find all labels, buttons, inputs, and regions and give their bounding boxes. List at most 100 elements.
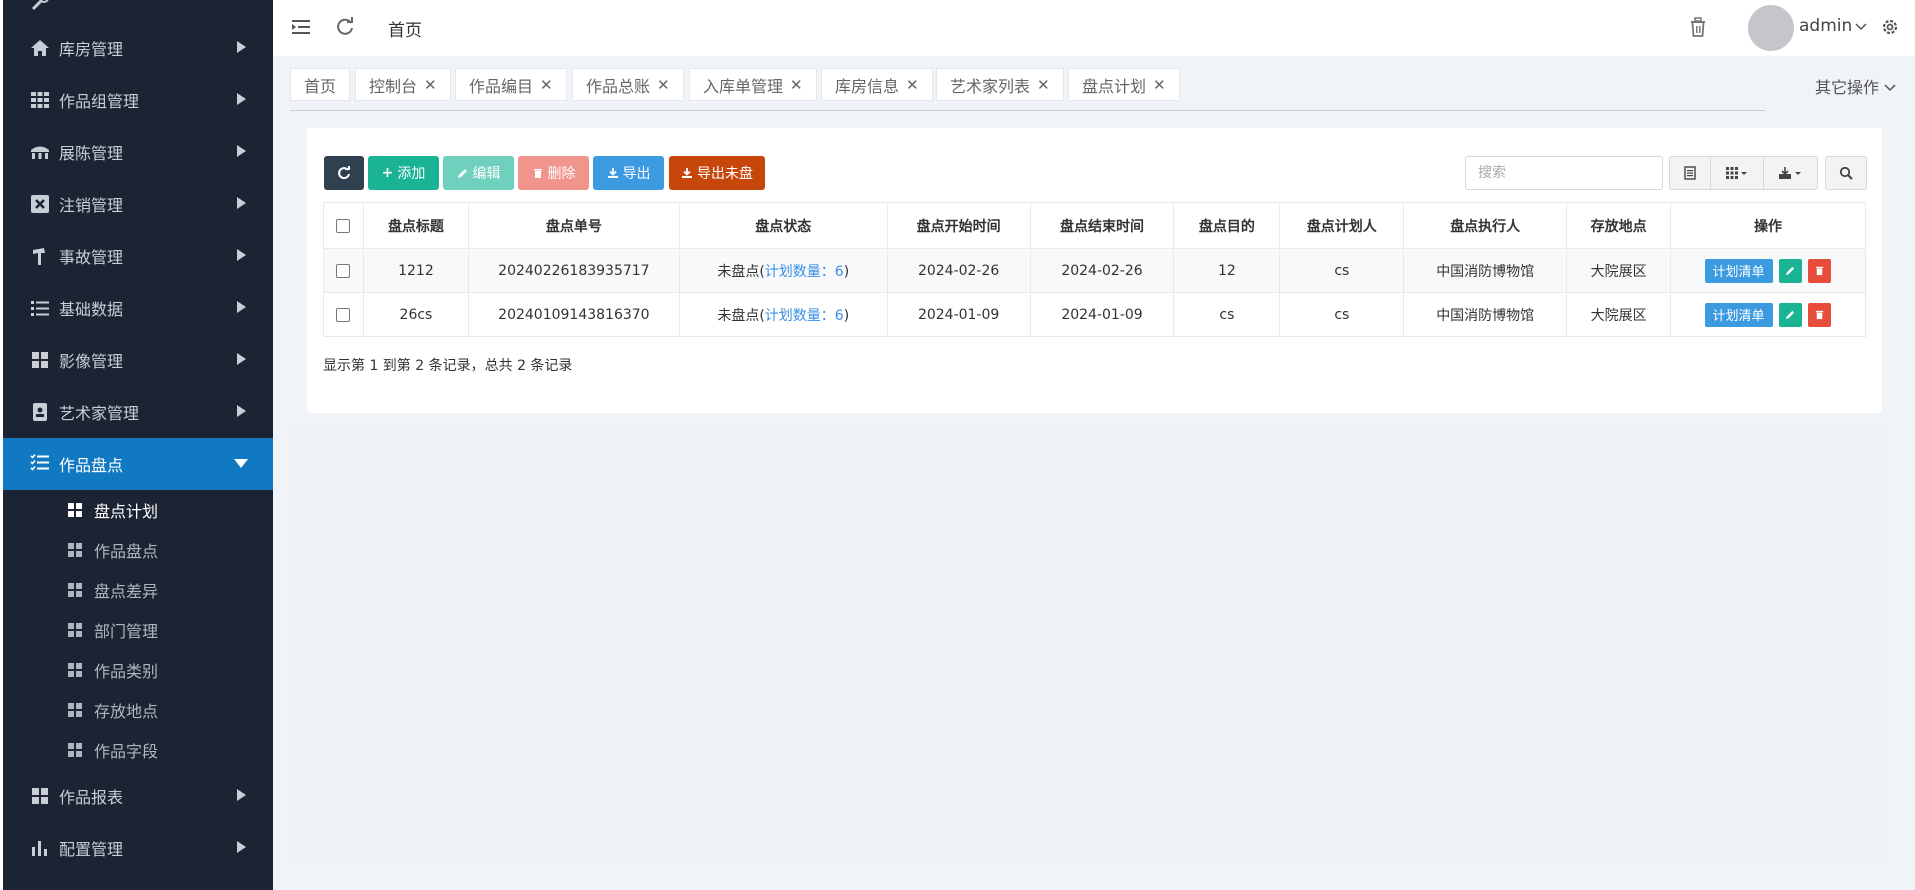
sidebar-item-warehouse[interactable]: 库房管理	[3, 24, 273, 72]
refresh-button[interactable]	[324, 156, 364, 190]
search-button[interactable]	[1825, 156, 1867, 190]
tab-warehouse-info[interactable]: 库房信息 ✕	[821, 68, 933, 101]
row-delete-button[interactable]	[1808, 302, 1832, 327]
inventory-plan-table: 盘点标题 盘点单号 盘点状态 盘点开始时间 盘点结束时间 盘点目的 盘点计划人 …	[323, 202, 1866, 337]
plan-list-button[interactable]: 计划清单	[1704, 302, 1773, 327]
sidebar-item-label: 基础数据	[59, 300, 124, 319]
cell-start: 2024-01-09	[886, 292, 1031, 337]
tab-dashboard[interactable]: 控制台 ✕	[355, 68, 451, 101]
close-icon[interactable]: ✕	[1153, 76, 1166, 94]
edit-button[interactable]: 编辑	[443, 156, 514, 190]
close-icon[interactable]: ✕	[1037, 76, 1050, 94]
sidebar-item-artwork-group[interactable]: 作品组管理	[3, 76, 273, 124]
sidebar-item-partial[interactable]	[3, 0, 273, 26]
tab-label: 盘点计划	[1082, 76, 1147, 96]
export-options-button[interactable]	[1763, 156, 1818, 190]
grid-icon	[68, 743, 82, 757]
sidebar-item-accident[interactable]: 事故管理	[3, 232, 273, 280]
close-icon[interactable]: ✕	[540, 76, 553, 94]
close-icon[interactable]: ✕	[657, 76, 670, 94]
column-header[interactable]: 盘点结束时间	[1029, 202, 1175, 249]
sidebar-item-image[interactable]: 影像管理	[3, 336, 273, 384]
row-edit-button[interactable]	[1779, 258, 1803, 283]
row-checkbox[interactable]	[336, 263, 351, 278]
export-button[interactable]: 导出	[593, 156, 664, 190]
close-icon[interactable]: ✕	[790, 76, 803, 94]
column-header[interactable]: 盘点目的	[1173, 202, 1281, 249]
chevron-down-icon	[234, 459, 248, 468]
column-header[interactable]: 盘点标题	[362, 202, 469, 249]
refresh-icon[interactable]	[334, 16, 356, 38]
plan-count-link[interactable]: 计划数量：6	[765, 264, 844, 280]
trash-icon[interactable]	[1687, 16, 1709, 38]
table-row[interactable]: 1212 20240226183935717 未盘点(计划数量：6) 2024-…	[323, 248, 1866, 293]
sidebar-subitem-location[interactable]: 存放地点	[3, 690, 273, 730]
column-header[interactable]: 盘点开始时间	[886, 202, 1031, 249]
columns-button[interactable]	[1710, 156, 1764, 190]
menu-toggle-icon[interactable]	[290, 16, 312, 38]
sidebar-subitem-department[interactable]: 部门管理	[3, 610, 273, 650]
close-icon[interactable]: ✕	[424, 76, 437, 94]
row-edit-button[interactable]	[1779, 302, 1803, 327]
delete-button[interactable]: 删除	[518, 156, 589, 190]
sidebar-subitem-difference[interactable]: 盘点差异	[3, 570, 273, 610]
sidebar-item-config[interactable]: 配置管理	[3, 824, 273, 872]
chart-icon	[32, 841, 47, 856]
row-select-cell	[323, 248, 364, 293]
tab-inventory-plan[interactable]: 盘点计划 ✕	[1068, 68, 1180, 101]
chevron-right-icon	[237, 41, 246, 53]
breadcrumb[interactable]: 首页	[388, 16, 422, 41]
tab-ledger[interactable]: 作品总账 ✕	[572, 68, 684, 101]
add-button[interactable]: + 添加	[368, 156, 439, 190]
search-input[interactable]	[1465, 156, 1663, 190]
user-name[interactable]: admin	[1799, 16, 1852, 36]
plan-count-link[interactable]: 计划数量：6	[765, 308, 844, 324]
sidebar-subitem-plan[interactable]: 盘点计划	[3, 490, 273, 530]
tab-artist-list[interactable]: 艺术家列表 ✕	[936, 68, 1064, 101]
id-card-icon	[33, 403, 47, 421]
close-icon[interactable]: ✕	[906, 76, 919, 94]
column-header[interactable]: 盘点执行人	[1403, 202, 1568, 249]
sidebar-item-report[interactable]: 作品报表	[3, 772, 273, 820]
toggle-view-button[interactable]	[1669, 156, 1711, 190]
chevron-down-icon[interactable]	[1855, 20, 1867, 32]
sidebar-item-label: 事故管理	[59, 248, 124, 267]
sidebar-item-cancellation[interactable]: 注销管理	[3, 180, 273, 228]
sidebar-item-label: 影像管理	[59, 352, 124, 371]
avatar[interactable]	[1748, 5, 1794, 51]
sidebar-item-basic-data[interactable]: 基础数据	[3, 284, 273, 332]
export-icon	[1778, 167, 1801, 179]
delete-label: 删除	[547, 166, 576, 182]
sidebar-item-inventory[interactable]: 作品盘点	[3, 438, 273, 490]
sidebar-subitem-artwork-inventory[interactable]: 作品盘点	[3, 530, 273, 570]
tab-home[interactable]: 首页	[290, 68, 351, 101]
refresh-icon	[338, 166, 350, 180]
table-row[interactable]: 26cs 20240109143816370 未盘点(计划数量：6) 2024-…	[323, 292, 1866, 337]
row-checkbox[interactable]	[336, 307, 351, 322]
chevron-right-icon	[237, 145, 246, 157]
gear-icon[interactable]	[1879, 16, 1901, 38]
column-header[interactable]: 盘点计划人	[1279, 202, 1405, 249]
sidebar-item-artist[interactable]: 艺术家管理	[3, 388, 273, 436]
cell-location: 大院展区	[1566, 292, 1672, 337]
column-header[interactable]: 存放地点	[1566, 202, 1672, 249]
row-delete-button[interactable]	[1808, 258, 1832, 283]
select-all-checkbox[interactable]	[336, 218, 351, 233]
sidebar-subitem-category[interactable]: 作品类别	[3, 650, 273, 690]
status-text: 未盘点	[717, 307, 760, 324]
column-header[interactable]: 盘点单号	[467, 202, 680, 249]
tab-storage-order[interactable]: 入库单管理 ✕	[689, 68, 817, 101]
sidebar-item-exhibition[interactable]: 展陈管理	[3, 128, 273, 176]
sidebar-subitem-label: 部门管理	[94, 622, 159, 641]
plan-list-button[interactable]: 计划清单	[1704, 258, 1773, 283]
sidebar-subitem-fields[interactable]: 作品字段	[3, 730, 273, 770]
export-unchecked-button[interactable]: 导出未盘	[669, 156, 765, 190]
image-grid-icon	[32, 352, 48, 368]
plan-count-label: 计划数量：	[764, 263, 835, 280]
cell-executor: 中国消防博物馆	[1403, 248, 1568, 293]
column-header[interactable]: 盘点状态	[678, 202, 888, 249]
other-operations-dropdown[interactable]: 其它操作	[1815, 74, 1896, 98]
tab-catalog[interactable]: 作品编目 ✕	[455, 68, 567, 101]
tab-label: 库房信息	[835, 76, 900, 96]
chevron-right-icon	[237, 197, 246, 209]
